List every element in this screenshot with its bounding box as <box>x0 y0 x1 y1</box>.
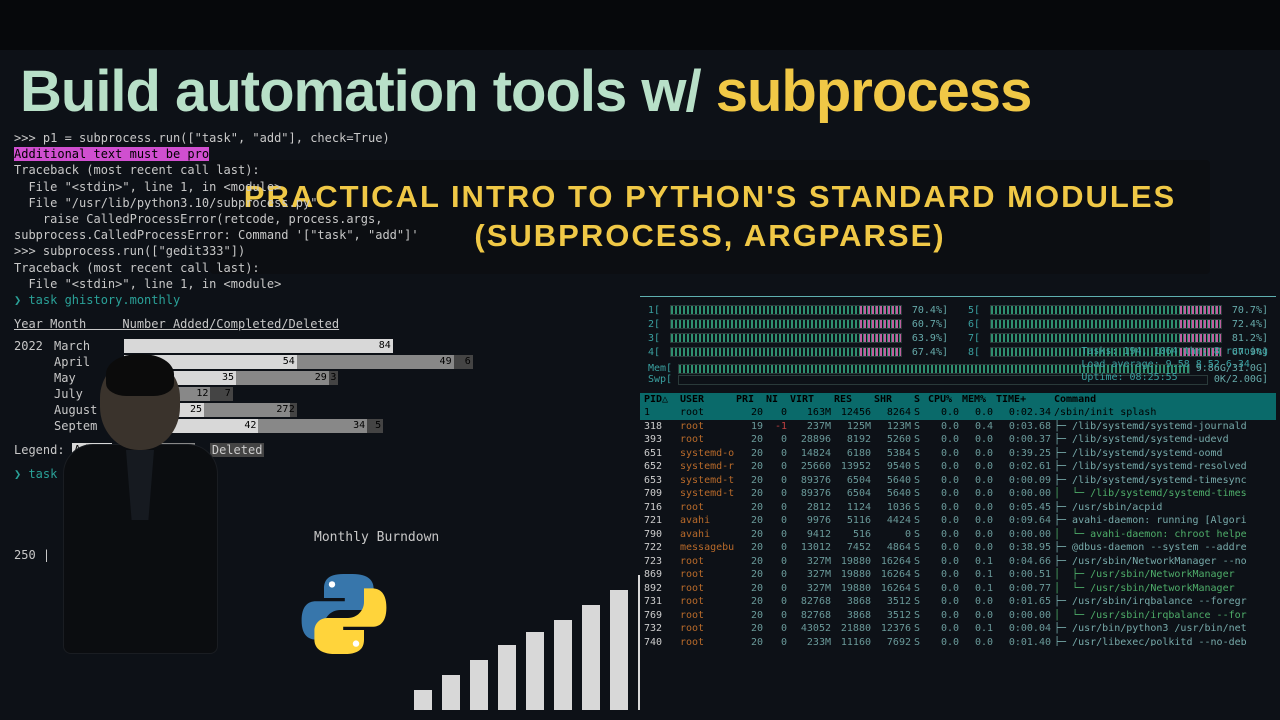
process-row: 769root2008276838683512S0.00.00:00.00│ └… <box>640 609 1276 623</box>
cpu-meter: 1[70.4%] <box>648 303 948 317</box>
shell-prompt: ❯ task ghistory.monthly <box>14 292 624 308</box>
column-header: PID△ <box>644 394 680 405</box>
process-row: 709systemd-t2008937665045640S0.00.00:00.… <box>640 487 1276 501</box>
htop-stats: Tasks: 194, 1064 thr; 8 running Load ave… <box>1081 345 1268 384</box>
process-row: 653systemd-t2008937665045640S0.00.00:00.… <box>640 474 1276 488</box>
column-header: Command <box>1054 394 1272 405</box>
process-list: 1root200163M124568264S0.00.00:02.34/sbin… <box>640 406 1276 646</box>
column-header: S <box>914 394 928 405</box>
chart-bar <box>442 675 460 710</box>
swap-label: Swp[ <box>648 374 678 385</box>
process-row: 790avahi20094125160S0.00.00:00.00│ └─ av… <box>640 528 1276 542</box>
process-row: 740root200233M111607692S0.00.00:01.40├─ … <box>640 636 1276 647</box>
traceback-line: File "<stdin>", line 1, in <module> <box>14 276 624 292</box>
highlighted-text: Additional text must be pro <box>14 146 624 162</box>
column-header: MEM% <box>962 394 996 405</box>
process-row: 716root200281211241036S0.00.00:05.45├─ /… <box>640 501 1276 515</box>
chart-bar <box>470 660 488 710</box>
cpu-meter: 6[72.4%] <box>968 317 1268 331</box>
chart-title: Monthly Burndown <box>314 530 439 545</box>
title-part-1: Build automation tools w/ <box>20 59 716 124</box>
uptime-stat: Uptime: 08:25:55 <box>1081 371 1268 384</box>
chart-bar <box>498 645 516 710</box>
traceback-line: File "/usr/lib/python3.10/subprocess.py" <box>14 195 624 211</box>
chart-bars <box>414 575 656 710</box>
python-logo-icon <box>300 570 388 658</box>
cpu-meter: 5[70.7%] <box>968 303 1268 317</box>
traceback-line: Traceback (most recent call last): <box>14 260 624 276</box>
chart-bar <box>582 605 600 710</box>
process-row: 723root200327M1988016264S0.00.10:04.66├─… <box>640 555 1276 569</box>
process-row: 869root200327M1988016264S0.00.10:00.51│ … <box>640 568 1276 582</box>
load-stat: Load average: 9.58 8.52 6.34 <box>1081 358 1268 371</box>
column-header: RES <box>834 394 874 405</box>
column-header: USER <box>680 394 736 405</box>
cpu-meter: 3[63.9%] <box>648 331 948 345</box>
column-header: CPU% <box>928 394 962 405</box>
process-row: 731root2008276838683512S0.00.00:01.65├─ … <box>640 595 1276 609</box>
title-part-2: subprocess <box>716 59 1032 124</box>
mem-label: Mem[ <box>648 363 678 374</box>
chart-bar <box>610 590 628 710</box>
cpu-meter: 7[81.2%] <box>968 331 1268 345</box>
chart-bar <box>414 690 432 710</box>
traceback-line: File "<stdin>", line 1, in <module> <box>14 179 624 195</box>
chart-bar <box>526 632 544 710</box>
process-row: 393root2002889681925260S0.00.00:00.37├─ … <box>640 433 1276 447</box>
process-row: 651systemd-o2001482461805384S0.00.00:39.… <box>640 447 1276 461</box>
column-header: NI <box>766 394 790 405</box>
traceback-line: subprocess.CalledProcessError: Command '… <box>14 227 624 243</box>
y-axis-label: 250 | <box>14 548 50 562</box>
column-header: SHR <box>874 394 914 405</box>
process-row: 732root200430522188012376S0.00.10:00.04├… <box>640 622 1276 636</box>
code-line: >>> subprocess.run(["gedit333"]) <box>14 243 624 259</box>
chart-bar <box>554 620 572 710</box>
process-row: 722messagebu2001301274524864S0.00.00:38.… <box>640 541 1276 555</box>
htop-panel: 1[70.4%]2[60.7%]3[63.9%]4[67.4%] 5[70.7%… <box>640 296 1276 716</box>
traceback-line: raise CalledProcessError(retcode, proces… <box>14 211 624 227</box>
main-title: Build automation tools w/ subprocess <box>20 58 1260 125</box>
process-row: 892root200327M1988016264S0.00.10:00.77│ … <box>640 582 1276 596</box>
top-fade <box>0 0 1280 50</box>
column-header: PRI <box>736 394 766 405</box>
process-header: PID△USERPRINIVIRTRESSHRSCPU%MEM%TIME+Com… <box>640 393 1276 406</box>
cpu-meter: 4[67.4%] <box>648 345 948 359</box>
column-header: VIRT <box>790 394 834 405</box>
thumbnail-stage: >>> p1 = subprocess.run(["task", "add"],… <box>0 0 1280 720</box>
code-line: >>> p1 = subprocess.run(["task", "add"],… <box>14 130 624 146</box>
process-row: 318root19-1237M125M123MS0.00.40:03.68├─ … <box>640 420 1276 434</box>
history-header: Year Month Number Added/Completed/Delete… <box>14 316 624 332</box>
process-row: 1root200163M124568264S0.00.00:02.34/sbin… <box>640 406 1276 420</box>
column-header: TIME+ <box>996 394 1054 405</box>
history-row: 2022March 84 <box>14 338 624 354</box>
cpu-meter: 2[60.7%] <box>648 317 948 331</box>
presenter-photo <box>60 360 220 660</box>
traceback-line: Traceback (most recent call last): <box>14 162 624 178</box>
presenter-head <box>100 360 180 450</box>
process-row: 721avahi200997651164424S0.00.00:09.64├─ … <box>640 514 1276 528</box>
process-row: 652systemd-r20025660139529540S0.00.00:02… <box>640 460 1276 474</box>
tasks-stat: Tasks: 194, 1064 thr; 8 running <box>1081 345 1268 358</box>
